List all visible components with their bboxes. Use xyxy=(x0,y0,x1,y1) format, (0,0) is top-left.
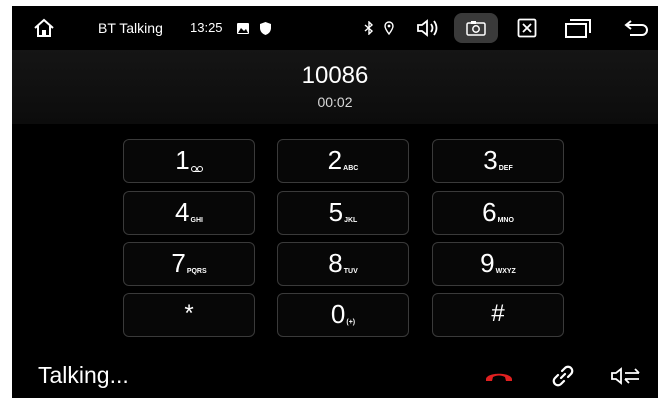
key-letters: GHI xyxy=(190,217,203,224)
volume-icon[interactable] xyxy=(414,6,442,50)
audio-switch-icon xyxy=(611,367,640,385)
key-5[interactable]: 5 JKL xyxy=(277,191,409,235)
key-3[interactable]: 3 DEF xyxy=(432,139,564,183)
app-title: BT Talking xyxy=(98,20,163,36)
key-digit: 4 xyxy=(175,197,190,227)
hangup-icon xyxy=(486,373,512,381)
key-digit: 1 xyxy=(175,145,190,175)
key-digit: 0 xyxy=(330,299,346,329)
key-digit: 2 xyxy=(327,145,343,175)
key-0[interactable]: 0 (+) xyxy=(277,293,409,337)
voicemail-icon xyxy=(190,166,203,172)
key-letters: DEF xyxy=(498,165,513,172)
key-letters: (+) xyxy=(346,319,356,326)
phone-screen: BT Talking 13:25 10086 00:02 1 2 ABC 3 D… xyxy=(12,6,658,398)
key-letters: JKL xyxy=(344,217,358,224)
key-7[interactable]: 7 PQRS xyxy=(123,242,255,286)
link-button[interactable] xyxy=(548,358,578,394)
key-digit: 7 xyxy=(171,248,186,278)
back-icon[interactable] xyxy=(622,6,652,50)
key-4[interactable]: 4 GHI xyxy=(123,191,255,235)
home-icon[interactable] xyxy=(24,6,64,50)
image-icon xyxy=(236,6,250,50)
key-digit: # xyxy=(491,300,505,327)
key-letters: MNO xyxy=(497,217,514,224)
location-icon xyxy=(382,6,396,50)
call-duration: 00:02 xyxy=(317,94,353,110)
hangup-button[interactable] xyxy=(482,358,516,394)
screenshot-icon[interactable] xyxy=(462,6,490,50)
clock: 13:25 xyxy=(190,20,223,35)
key-9[interactable]: 9 WXYZ xyxy=(432,242,564,286)
status-bar: BT Talking 13:25 xyxy=(12,6,658,50)
key-digit: 3 xyxy=(483,145,498,175)
call-header: 10086 00:02 xyxy=(12,50,658,124)
key-digit: 9 xyxy=(480,248,495,278)
recent-apps-icon[interactable] xyxy=(562,6,594,50)
key-digit: 8 xyxy=(328,248,343,278)
key-letters: ABC xyxy=(343,165,359,172)
key-hash[interactable]: # xyxy=(432,293,564,337)
key-letters: WXYZ xyxy=(495,268,516,275)
key-digit: 5 xyxy=(328,197,344,227)
link-icon xyxy=(552,365,574,387)
key-digit: * xyxy=(184,300,194,327)
dialed-number: 10086 xyxy=(301,62,369,89)
shield-icon xyxy=(258,6,272,50)
key-6[interactable]: 6 MNO xyxy=(432,191,564,235)
key-digit: 6 xyxy=(482,197,497,227)
key-2[interactable]: 2 ABC xyxy=(277,139,409,183)
key-star[interactable]: * xyxy=(123,293,255,337)
key-letters: PQRS xyxy=(186,268,207,275)
key-letters: TUV xyxy=(343,268,358,275)
key-8[interactable]: 8 TUV xyxy=(277,242,409,286)
audio-switch-button[interactable] xyxy=(608,358,644,394)
bluetooth-icon xyxy=(362,6,376,50)
close-box-icon[interactable] xyxy=(514,6,540,50)
call-status: Talking... xyxy=(38,362,129,388)
key-1[interactable]: 1 xyxy=(123,139,255,183)
